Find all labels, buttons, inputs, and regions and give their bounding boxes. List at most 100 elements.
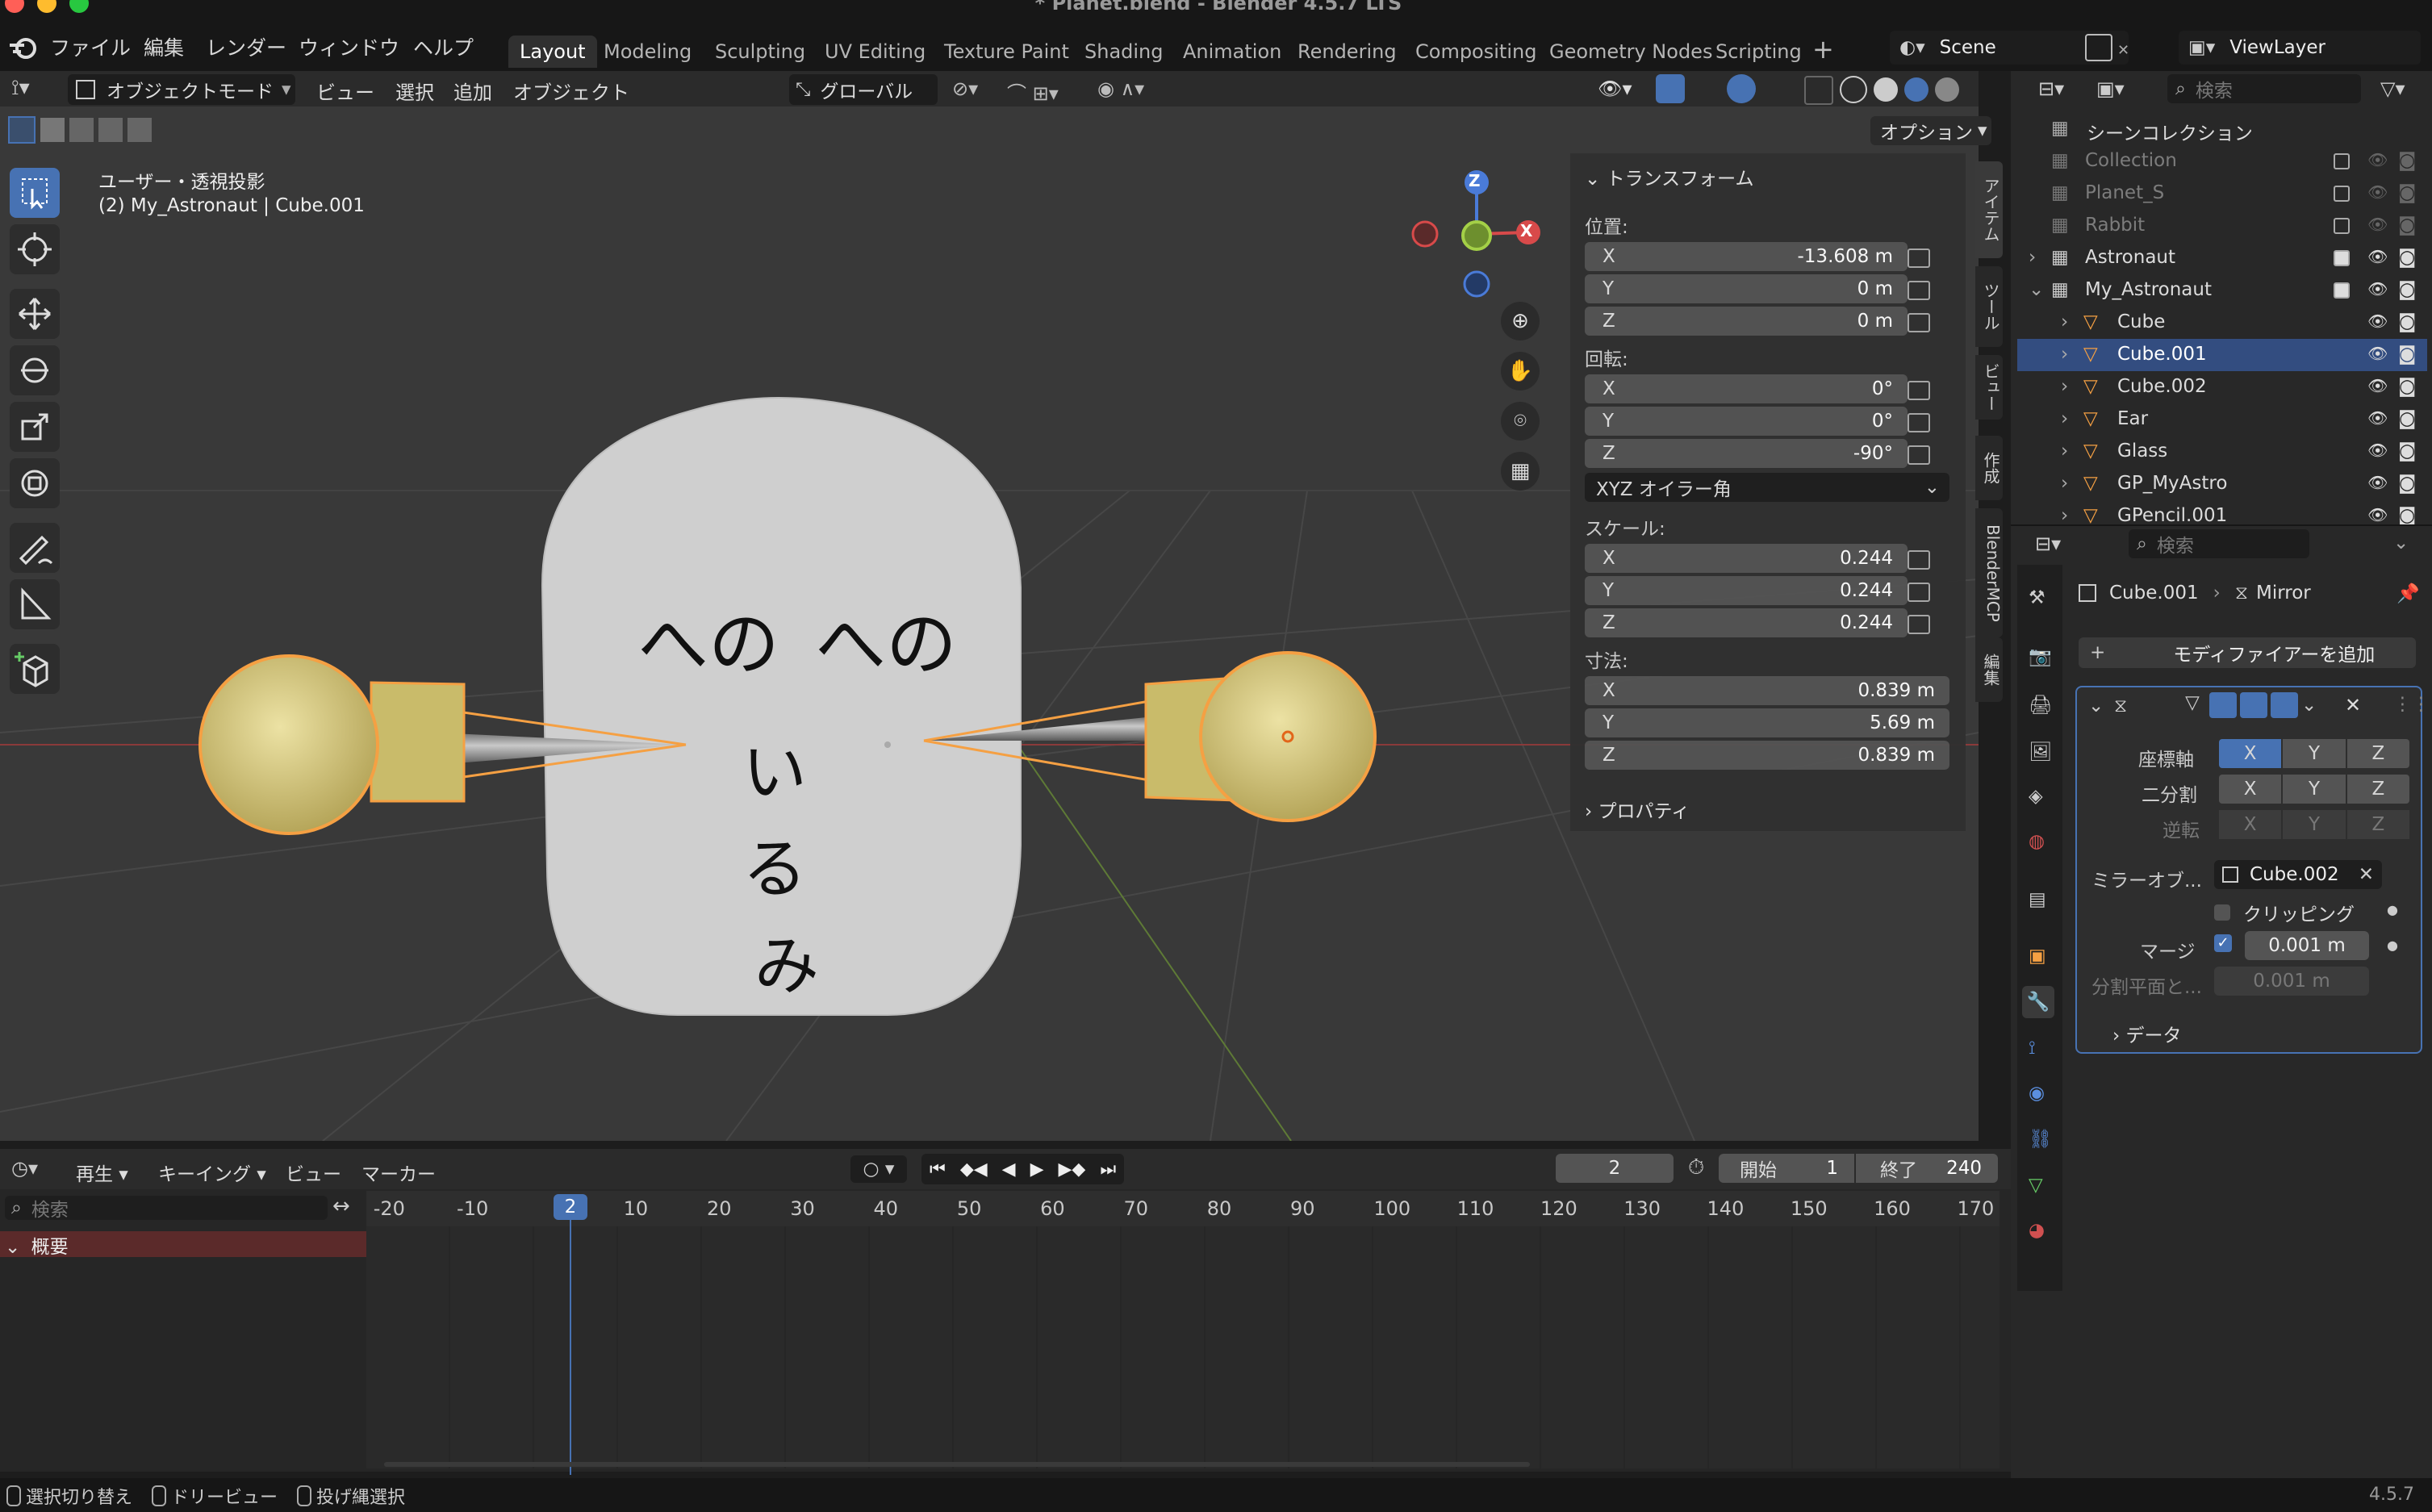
swap-icon[interactable]: ↔ [332,1194,350,1218]
render-camera-icon[interactable]: ◙ [2398,408,2416,429]
annotate-tool[interactable] [10,523,60,573]
dimension-z-field[interactable]: Z 0.839 m [1585,741,1949,770]
clipping-checkbox-row[interactable]: クリッピング [2214,899,2355,926]
scene-tab-icon[interactable]: ◈ [2029,786,2043,807]
select-subtract-icon[interactable] [69,118,94,142]
visibility-eye-icon[interactable]: 👁 [2367,408,2388,428]
exclude-checkbox[interactable] [2334,282,2350,299]
properties-panel-header[interactable]: › プロパティ [1585,796,1690,823]
view-layer-selector[interactable]: ▣▾ ViewLayer [2179,31,2421,65]
timeline-editor-icon[interactable]: ◷▾ [11,1157,38,1180]
edit-cage-icon[interactable]: ▽ [2179,692,2206,718]
select-extend-icon[interactable] [40,118,65,142]
menu-edit[interactable]: 編集 [144,32,184,61]
tab-scripting[interactable]: Scripting [1704,36,1813,68]
expand-toggle-icon[interactable]: › [2061,473,2068,494]
outliner-row[interactable]: › ▦ Astronaut 👁 ◙ [2017,242,2427,274]
render-camera-icon[interactable]: ◙ [2398,441,2416,462]
visibility-eye-icon[interactable]: 👁 [2367,247,2388,266]
mode-selector[interactable]: オブジェクトモード ▾ [68,74,295,105]
select-invert-icon[interactable] [98,118,123,142]
properties-editor-icon[interactable]: ⊟▾ [2035,533,2061,555]
dopesheet-area[interactable] [366,1226,2000,1468]
ortho-toggle-icon[interactable]: ▦ [1501,452,1540,491]
timeline-menu-view[interactable]: ビュー [286,1159,341,1186]
modifiers-tab-icon[interactable]: 🔧 [2022,986,2054,1018]
visibility-eye-icon[interactable]: 👁 [2367,505,2388,524]
view-layer-tab-icon[interactable]: 🖼 [2029,741,2052,762]
location-z-field[interactable]: Z0 m [1585,307,1908,336]
drag-handle-icon[interactable]: ⋮⋮ [2393,694,2430,715]
bisect-x-toggle[interactable]: X [2219,775,2282,804]
axis-x-toggle[interactable]: X [2219,739,2282,768]
clipping-checkbox[interactable] [2214,904,2230,921]
timeline-scrollbar[interactable] [384,1462,1530,1467]
render-camera-icon[interactable]: ◙ [2398,311,2416,332]
lock-scale-z-icon[interactable] [1908,615,1930,634]
wireframe-shading-icon[interactable] [1840,76,1867,103]
expand-toggle-icon[interactable]: › [2061,505,2068,526]
pin-icon[interactable]: 📌 [2396,583,2420,604]
tool-settings-tab-icon[interactable]: ⚒ [2029,587,2045,608]
viewport-toggle-icon[interactable] [2240,692,2267,718]
gizmo-toggle-icon[interactable] [1656,74,1685,103]
tab-uv-editing[interactable]: UV Editing [813,36,937,68]
output-tab-icon[interactable]: 🖨 [2029,694,2052,716]
exclude-checkbox[interactable] [2334,153,2350,169]
outliner-row[interactable]: › ▽ Cube.001 👁 ◙ [2017,339,2427,371]
expand-toggle-icon[interactable]: › [2061,311,2068,332]
expand-toggle-icon[interactable]: › [2061,408,2068,429]
render-camera-icon[interactable]: ◙ [2398,279,2416,300]
sidebar-tab-blendermcp[interactable]: BlenderMCP [1975,508,2003,637]
xray-icon[interactable] [1804,76,1833,105]
outliner-row[interactable]: › ▽ Cube 👁 ◙ [2017,307,2427,339]
current-frame-field[interactable]: 2 [1556,1154,1674,1183]
scale-tool[interactable] [10,402,60,452]
expand-toggle-icon[interactable]: ⌄ [2029,279,2044,300]
material-shading-icon[interactable] [1904,77,1928,102]
sidebar-tab-item[interactable]: アイテム [1975,161,2003,258]
overlay-toggle-icon[interactable] [1727,74,1756,103]
menu-file[interactable]: ファイル [50,32,131,61]
render-tab-icon[interactable]: 📷 [2029,645,2052,667]
lock-location-y-icon[interactable] [1908,281,1930,300]
render-camera-icon[interactable]: ◙ [2398,247,2416,268]
visibility-eye-icon[interactable]: 👁 [2367,344,2388,363]
constraints-tab-icon[interactable]: ⛓ [2029,1128,2052,1150]
outliner-row[interactable]: › ▽ Cube.002 👁 ◙ [2017,371,2427,403]
modifier-menu-icon[interactable]: ⌄ [2301,695,2321,716]
material-tab-icon[interactable]: ◕ [2029,1220,2045,1241]
exclude-checkbox[interactable] [2334,250,2350,266]
lock-location-z-icon[interactable] [1908,313,1930,332]
particles-tab-icon[interactable]: ⟟ [2029,1038,2036,1059]
axis-y-toggle[interactable]: Y [2283,739,2346,768]
scale-y-field[interactable]: Y 0.244 [1585,576,1908,605]
outliner-row[interactable]: › ▽ Ear 👁 ◙ [2017,403,2427,436]
render-camera-icon[interactable]: ◙ [2398,150,2416,171]
transform-panel-header[interactable]: ⌄ トランスフォーム [1585,163,1753,190]
visibility-eye-icon[interactable]: 👁 [2367,279,2388,299]
play-icon[interactable]: ▶ [1030,1159,1044,1180]
properties-search[interactable]: ⌕ 検索 [2129,529,2309,558]
sidebar-tab-view[interactable]: ビュー [1975,355,2003,420]
tab-texture-paint[interactable]: Texture Paint [933,36,1080,68]
transform-tool[interactable] [10,458,60,508]
outliner-row[interactable]: › ▽ Glass 👁 ◙ [2017,436,2427,468]
flip-z-toggle[interactable]: Z [2346,810,2409,839]
timeline-menu-keying[interactable]: キーイング ▾ [158,1159,266,1186]
cursor-tool[interactable] [10,224,60,274]
viewport-menu-add[interactable]: 追加 [453,77,492,105]
snap-icon[interactable]: ⌒ ⊞▾ [1007,77,1059,106]
timeline-search[interactable]: ⌕ 検索 [5,1196,328,1221]
move-tool[interactable] [10,289,60,339]
rotation-x-field[interactable]: X 0° [1585,374,1908,403]
bisect-y-toggle[interactable]: Y [2283,775,2346,804]
pivot-icon[interactable]: ⊘▾ [952,77,978,100]
lock-rotation-x-icon[interactable] [1908,381,1930,400]
rotation-z-field[interactable]: Z -90° [1585,439,1908,468]
dimension-y-field[interactable]: Y 5.69 m [1585,708,1949,737]
physics-tab-icon[interactable]: ◉ [2029,1083,2045,1104]
pan-view-icon[interactable]: ✋ [1501,352,1540,391]
flip-x-toggle[interactable]: X [2219,810,2282,839]
expand-toggle-icon[interactable]: › [2061,441,2068,462]
